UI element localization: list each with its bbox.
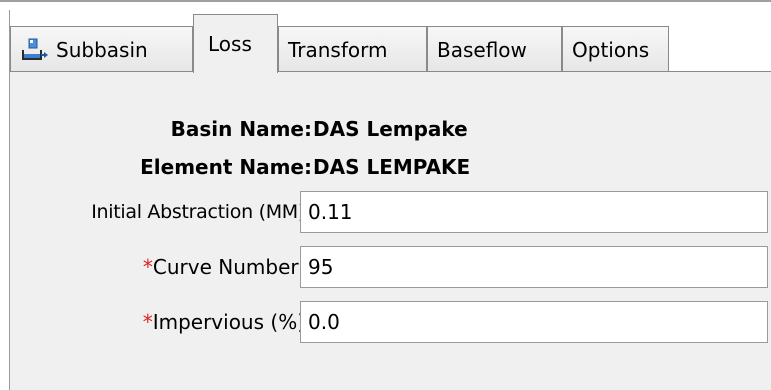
required-marker: * xyxy=(142,255,153,279)
initial-abstraction-label: Initial Abstraction (MM) xyxy=(91,201,305,223)
element-name-value: DAS LEMPAKE xyxy=(313,155,471,179)
tab-transform-label: Transform xyxy=(288,37,388,62)
impervious-label: *Impervious (%) xyxy=(70,310,305,334)
curve-number-label: *Curve Number: xyxy=(70,255,305,279)
curve-number-label-text: Curve Number: xyxy=(152,255,305,279)
tab-strip: Subbasin Loss Transform Baseflow Options xyxy=(10,10,771,73)
tab-baseflow[interactable]: Baseflow xyxy=(427,26,562,72)
tab-transform[interactable]: Transform xyxy=(278,26,427,72)
curve-number-field[interactable] xyxy=(300,246,768,288)
tab-strip-divider xyxy=(10,71,771,72)
tab-options[interactable]: Options xyxy=(562,26,669,72)
subbasin-icon xyxy=(22,38,48,60)
impervious-field[interactable] xyxy=(300,301,768,343)
element-name-label: Element Name: xyxy=(140,155,312,179)
initial-abstraction-field[interactable] xyxy=(300,191,768,233)
tab-loss[interactable]: Loss xyxy=(193,14,278,73)
tab-subbasin[interactable]: Subbasin xyxy=(10,26,193,72)
required-marker: * xyxy=(142,310,153,334)
tab-baseflow-label: Baseflow xyxy=(437,37,527,62)
tab-options-label: Options xyxy=(572,37,650,62)
basin-name-label: Basin Name: xyxy=(170,117,312,141)
window-top-edge xyxy=(0,0,771,10)
loss-panel: Basin Name: DAS Lempake Element Name: DA… xyxy=(10,72,771,390)
tab-subbasin-label: Subbasin xyxy=(56,37,148,62)
basin-name-value: DAS Lempake xyxy=(313,117,468,141)
impervious-label-text: Impervious (%) xyxy=(152,310,305,334)
tab-loss-label: Loss xyxy=(208,32,252,56)
